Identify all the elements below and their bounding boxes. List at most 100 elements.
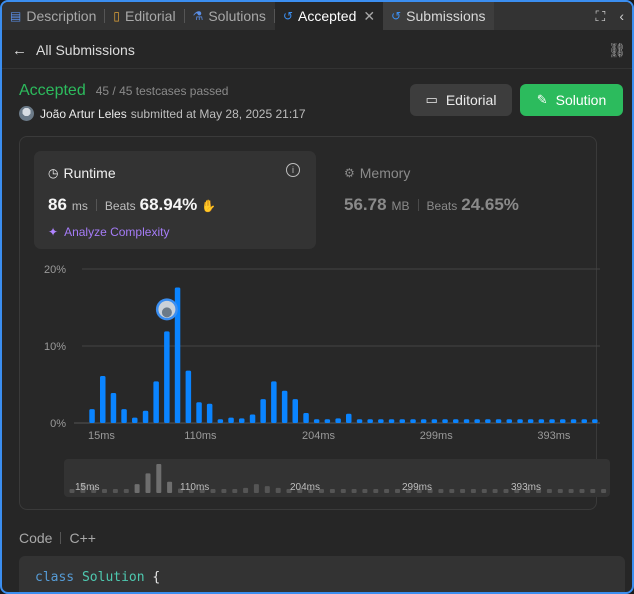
tab-accepted[interactable]: ↺ Accepted ✕	[274, 2, 384, 30]
overview-bar	[351, 489, 357, 493]
chart-bar	[164, 331, 170, 423]
overview-bar	[449, 489, 455, 493]
tab-submissions[interactable]: ↺ Submissions	[383, 2, 494, 30]
overview-bar	[492, 489, 498, 493]
beats-label: Beats	[104, 199, 136, 213]
overview-bar	[329, 489, 335, 493]
runtime-distribution-chart[interactable]: 20% 10% 0% 15ms 110ms 204ms 299ms 393ms	[20, 257, 600, 457]
chart-bar	[196, 402, 202, 423]
overview-bar	[557, 489, 563, 493]
close-icon[interactable]: ✕	[363, 8, 375, 25]
overview-bar	[264, 486, 270, 493]
editorial-button-label: Editorial	[445, 92, 497, 108]
chart-bar	[420, 419, 427, 423]
submission-author: João Artur Leles submitted at May 28, 20…	[19, 106, 306, 121]
overview-bar	[601, 489, 607, 493]
overview-bar	[384, 489, 390, 493]
runtime-beats-value: 68.94%	[139, 195, 198, 214]
overview-bar	[340, 489, 346, 493]
history-icon: ↺	[282, 9, 293, 23]
analyze-complexity-label: Analyze Complexity	[64, 225, 170, 239]
tab-description[interactable]: ▤ Description	[2, 2, 104, 30]
overview-bar	[460, 489, 466, 493]
tab-label: Description	[26, 8, 97, 24]
clock-icon: ◷	[48, 166, 59, 180]
chart-bar	[249, 414, 256, 423]
tab-label: Editorial	[124, 8, 176, 24]
info-icon[interactable]: i	[286, 163, 300, 177]
all-submissions-link[interactable]: All Submissions	[36, 42, 135, 58]
collapse-icon[interactable]: ‹	[619, 8, 624, 24]
status-accepted: Accepted	[19, 82, 86, 99]
overview-bar	[167, 481, 173, 493]
chart-bar	[410, 419, 416, 423]
overview-bar	[243, 487, 249, 493]
chart-bar	[185, 370, 192, 423]
runtime-unit: ms	[71, 199, 88, 213]
beats-label: Beats	[426, 199, 458, 213]
chart-bar	[239, 418, 245, 423]
overview-bar	[112, 489, 118, 493]
memory-beats-value: 24.65%	[461, 195, 519, 214]
author-name[interactable]: João Artur Leles	[40, 107, 127, 121]
overview-bar	[395, 489, 400, 493]
chart-range-slider[interactable]: 15ms 110ms 204ms 299ms 393ms	[64, 459, 610, 497]
overview-bar	[438, 489, 444, 493]
clap-icon: ✋	[201, 199, 217, 213]
chart-bar	[228, 417, 234, 423]
overview-bar	[134, 484, 140, 493]
chart-bar	[132, 417, 138, 423]
solution-button[interactable]: ✎ Solution	[520, 84, 623, 116]
book-icon: ▯	[113, 9, 120, 23]
chart-range-overview: 15ms 110ms 204ms 299ms 393ms	[69, 464, 607, 493]
runtime-metric: 86 ms Beats 68.94% ✋	[48, 195, 216, 215]
chart-x-tick-label: 204ms	[302, 430, 336, 442]
chip-icon: ⚙	[344, 166, 355, 180]
overview-bar	[275, 487, 281, 493]
code-block: class Solution {	[19, 556, 625, 592]
overview-bar	[221, 489, 227, 493]
chart-bar	[485, 419, 491, 423]
divider	[60, 532, 62, 544]
chart-bar	[142, 410, 149, 423]
arrow-left-icon[interactable]: ←	[12, 42, 27, 59]
code-language: C++	[69, 530, 96, 546]
tab-label: Submissions	[406, 8, 486, 24]
edit-icon: ✎	[536, 92, 548, 107]
tab-editorial[interactable]: ▯ Editorial	[105, 2, 183, 30]
runtime-panel[interactable]: ◷ Runtime i 86 ms Beats 68.94% ✋ ✦ Analy…	[34, 151, 316, 249]
analyze-complexity-link[interactable]: ✦ Analyze Complexity	[48, 225, 169, 239]
overview-bar	[145, 473, 151, 493]
history-icon: ↺	[391, 9, 402, 23]
overview-bar	[156, 464, 162, 493]
chart-bar	[100, 376, 106, 423]
chart-bar	[153, 381, 159, 423]
chart-bar	[388, 419, 395, 423]
divider	[417, 199, 419, 211]
editorial-button[interactable]: ▭ Editorial	[410, 84, 512, 116]
chart-bar	[281, 390, 288, 423]
overview-tick-label: 110ms	[180, 482, 209, 493]
tab-solutions[interactable]: ⚗ Solutions	[185, 2, 274, 30]
overview-bar	[481, 489, 487, 493]
overview-tick-label: 204ms	[290, 482, 320, 493]
chart-bar	[592, 419, 598, 423]
overview-bar	[123, 489, 129, 493]
chart-bar	[260, 399, 266, 423]
overview-bar	[579, 489, 585, 493]
maximize-icon[interactable]: ⛶	[596, 8, 606, 25]
chart-bar	[506, 419, 512, 423]
chart-bar	[346, 413, 352, 423]
sparkle-icon: ✦	[48, 225, 59, 239]
memory-label: Memory	[359, 165, 411, 181]
link-icon[interactable]: ⛓	[608, 42, 626, 59]
chart-x-tick-label: 393ms	[537, 430, 571, 442]
chart-user-avatar-shade	[161, 307, 172, 318]
book-icon: ▭	[425, 92, 438, 107]
chart-bar	[474, 419, 480, 423]
avatar[interactable]	[19, 106, 34, 121]
chart-bar	[560, 419, 566, 423]
memory-title[interactable]: ⚙ Memory	[344, 165, 410, 181]
runtime-value: 86	[48, 195, 67, 214]
chart-bar	[367, 419, 373, 423]
